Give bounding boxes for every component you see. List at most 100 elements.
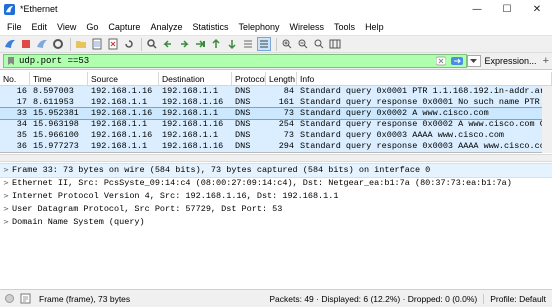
packet-row[interactable]: 35 15.966100 192.168.1.16 192.168.1.1 DNS 73 S… [0,130,552,141]
go-to-packet-icon[interactable] [193,37,207,51]
packet-cell-protocol: DNS [235,130,251,140]
close-button[interactable]: ✕ [522,0,552,19]
packet-row[interactable]: 34 15.963198 192.168.1.1 192.168.1.16 DNS 254… [0,119,552,130]
expression-button[interactable]: Expression... + [485,55,549,67]
display-filter-value: udp.port ==53 [19,56,90,66]
detail-tree-item[interactable]: > Internet Protocol Version 4, Src: 192.1… [0,190,552,203]
window-title: *Ethernet [20,4,58,14]
expand-arrow-icon[interactable]: > [0,216,12,229]
detail-tree-item[interactable]: > Ethernet II, Src: PcsSyste_09:14:c4 (08… [0,177,552,190]
packet-cell-source: 192.168.1.16 [91,108,153,118]
packet-cell-source: 192.168.1.1 [91,141,148,151]
packet-cell-destination: 192.168.1.1 [162,108,219,118]
packet-cell-length: 73 [283,108,294,118]
menu-statistics[interactable]: Statistics [187,22,233,32]
open-file-icon[interactable] [74,37,88,51]
expand-arrow-icon[interactable]: > [0,177,12,190]
menu-capture[interactable]: Capture [103,22,145,32]
expand-arrow-icon[interactable]: > [0,203,12,216]
status-packet-counts: Packets: 49 · Displayed: 6 (12.2%) · Dro… [269,293,478,304]
packet-cell-length: 254 [278,119,294,129]
packet-row-selected[interactable]: 33 15.952381 192.168.1.16 192.168.1.1 DNS 73 S… [0,107,552,120]
packet-cell-length: 294 [278,141,294,151]
column-info[interactable]: Info [297,72,552,85]
go-forward-icon[interactable] [177,37,191,51]
menu-analyze[interactable]: Analyze [145,22,187,32]
menu-tools[interactable]: Tools [329,22,360,32]
packet-cell-no: 16 [16,86,27,96]
stop-capture-icon[interactable] [19,37,33,51]
reload-file-icon[interactable] [122,37,136,51]
maximize-button[interactable]: ☐ [492,0,522,19]
capture-comments-icon[interactable] [20,293,31,304]
menu-help[interactable]: Help [360,22,389,32]
column-length[interactable]: Length [266,72,297,85]
apply-filter-icon[interactable] [450,55,464,67]
go-back-icon[interactable] [161,37,175,51]
status-profile[interactable]: Profile: Default [483,293,546,304]
colorize-icon[interactable] [257,37,271,51]
add-filter-button-icon[interactable]: + [543,55,549,67]
zoom-normal-icon[interactable] [312,37,326,51]
filter-history-dropdown[interactable] [466,55,481,67]
detail-tree-label: User Datagram Protocol, Src Port: 57729,… [12,204,283,214]
column-protocol[interactable]: Protocol [232,72,266,85]
detail-tree-item[interactable]: > Frame 33: 73 bytes on wire (584 bits), … [0,163,552,178]
zoom-in-icon[interactable] [280,37,294,51]
toolbar-divider [70,37,71,51]
packet-cell-time: 8.597003 [33,86,74,96]
packet-cell-time: 8.611953 [33,97,74,107]
packet-row[interactable]: 17 8.611953 192.168.1.1 192.168.1.16 DNS 161 S… [0,97,552,108]
menu-view[interactable]: View [52,22,81,32]
packet-cell-info: Standard query response 0x0002 A www.cis… [300,119,552,129]
menu-file[interactable]: File [2,22,27,32]
packet-list: No. Time Source Destination Protocol Len… [0,72,552,153]
detail-tree-item[interactable]: > User Datagram Protocol, Src Port: 57729… [0,203,552,216]
menu-telephony[interactable]: Telephony [233,22,284,32]
status-frame-info: Frame (frame), 73 bytes [39,293,131,304]
resize-columns-icon[interactable] [328,37,342,51]
column-destination[interactable]: Destination [159,72,232,85]
capture-options-icon[interactable] [51,37,65,51]
expand-arrow-icon[interactable]: > [0,164,12,177]
menu-go[interactable]: Go [81,22,103,32]
last-packet-icon[interactable] [225,37,239,51]
packet-list-header: No. Time Source Destination Protocol Len… [0,72,552,86]
packet-cell-protocol: DNS [235,97,251,107]
column-no[interactable]: No. [0,72,30,85]
auto-scroll-icon[interactable] [241,37,255,51]
display-filter-input[interactable]: udp.port ==53 [3,54,467,68]
column-time[interactable]: Time [30,72,88,85]
column-source[interactable]: Source [88,72,159,85]
find-packet-icon[interactable] [145,37,159,51]
zoom-out-icon[interactable] [296,37,310,51]
packet-cell-info: Standard query response 0x0001 No such n… [300,97,552,107]
packet-row[interactable]: 36 15.977273 192.168.1.1 192.168.1.16 DNS 294… [0,141,552,152]
detail-tree-label: Ethernet II, Src: PcsSyste_09:14:c4 (08:… [12,178,512,188]
packet-cell-source: 192.168.1.1 [91,97,148,107]
packet-list-scrollbar[interactable] [542,86,552,153]
pane-splitter[interactable] [0,154,552,162]
packet-cell-destination: 192.168.1.1 [162,130,219,140]
menu-bar: File Edit View Go Capture Analyze Statistics Te… [0,19,552,35]
restart-capture-icon[interactable] [35,37,49,51]
save-file-icon[interactable] [90,37,104,51]
menu-wireless[interactable]: Wireless [285,22,330,32]
packet-cell-source: 192.168.1.16 [91,86,153,96]
expand-arrow-icon[interactable]: > [0,190,12,203]
first-packet-icon[interactable] [209,37,223,51]
packet-row[interactable]: 16 8.597003 192.168.1.16 192.168.1.1 DNS 84 St… [0,86,552,97]
packet-cell-protocol: DNS [235,119,251,129]
start-capture-icon[interactable] [3,37,17,51]
bookmark-icon[interactable] [6,56,16,66]
menu-edit[interactable]: Edit [27,22,53,32]
packet-cell-no: 17 [16,97,27,107]
packet-cell-no: 34 [16,119,27,129]
expert-info-icon[interactable] [5,294,14,303]
close-file-icon[interactable] [106,37,120,51]
packet-cell-protocol: DNS [235,86,251,96]
detail-tree-label: Internet Protocol Version 4, Src: 192.16… [12,191,339,201]
clear-filter-icon[interactable] [434,55,448,67]
minimize-button[interactable]: — [462,0,492,19]
detail-tree-item[interactable]: > Domain Name System (query) [0,216,552,229]
